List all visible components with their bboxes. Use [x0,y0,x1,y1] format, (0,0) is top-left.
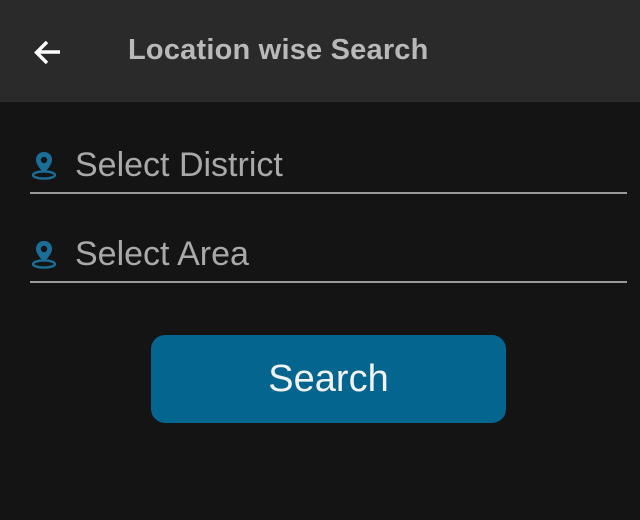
back-button[interactable] [26,31,70,75]
map-pin-icon [30,150,58,180]
page-title: Location wise Search [128,34,429,66]
location-search-screen: Location wise Search Select District Sel… [0,0,640,520]
map-pin-icon [30,239,58,269]
search-button[interactable]: Search [151,335,506,423]
arrow-left-icon [26,31,70,75]
area-placeholder: Select Area [75,235,249,273]
app-toolbar: Location wise Search [0,0,640,102]
district-select-field[interactable]: Select District [30,142,627,194]
area-select-field[interactable]: Select Area [30,231,627,283]
district-placeholder: Select District [75,146,283,184]
search-button-label: Search [268,357,389,400]
